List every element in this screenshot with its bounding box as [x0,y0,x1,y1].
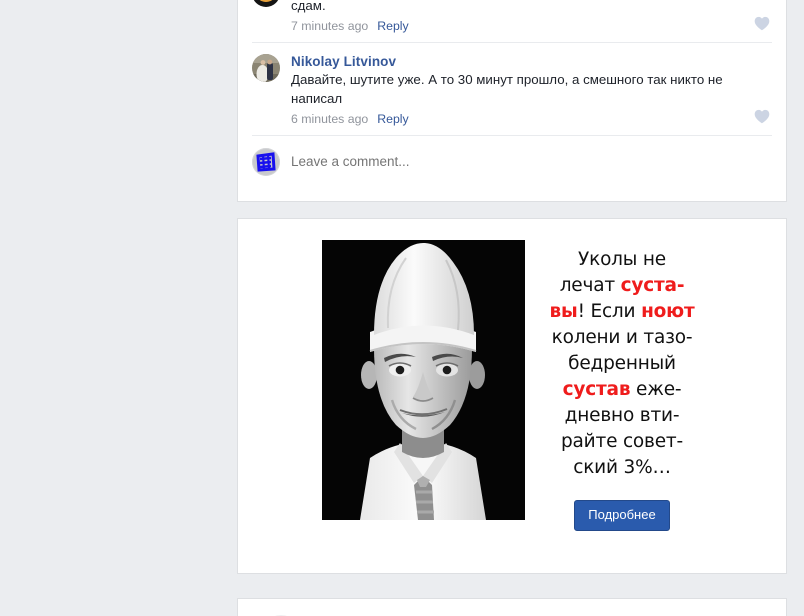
page-root: Я раньше никогда покупки назад в магазин… [0,0,804,616]
blue-scribble-avatar-icon [252,147,280,176]
comment-meta: 7 minutes ago Reply [291,18,772,34]
ad-portrait-image[interactable] [322,240,525,520]
comment-item: Nikolay Litvinov Давайте, шутите уже. А … [238,43,786,135]
heart-icon[interactable] [754,16,770,32]
ad-cta-button[interactable]: Подробнее [574,500,670,531]
post-comments-card: Я раньше никогда покупки назад в магазин… [237,0,787,202]
comment-author-link[interactable]: Nikolay Litvinov [291,53,772,70]
next-post-card [237,598,787,616]
ad-headline-accent: ноют [641,301,695,322]
comment-composer[interactable] [238,136,786,187]
ad-headline-text: райте совет- [561,431,683,452]
ad-headline-line: бедренный [542,351,702,377]
ad-headline-line: дневно вти- [542,403,702,429]
ad-headline-text: дневно вти- [564,405,680,426]
ad-copy: Уколы не лечат суста- вы! Если ноют коле… [542,240,702,531]
blue-scribble-avatar[interactable] [252,147,280,176]
comment-text: Давайте, шутите уже. А то 30 минут прошл… [291,72,723,106]
ad-headline-accent: сустав [562,379,631,400]
ad-headline-text: еже- [630,379,682,400]
ad-headline-text: бедренный [568,353,676,374]
ad-headline-line: вы! Если ноют [542,299,702,325]
comment-text: Я раньше никогда покупки назад в магазин… [291,0,326,13]
comment-input[interactable] [291,152,772,171]
comment-timestamp: 7 minutes ago [291,19,369,33]
cartoon-face-avatar[interactable] [252,0,280,7]
ad-headline-accent: вы [549,301,578,322]
ad-media-row[interactable]: Уколы не лечат суста- вы! Если ноют коле… [322,240,702,531]
ad-headline-text: лечат [559,275,621,296]
heart-icon[interactable] [754,109,770,125]
wedding-photo-avatar-icon [252,54,280,82]
ad-headline-line: райте совет- [542,429,702,455]
sponsored-ad-card: Уколы не лечат суста- вы! Если ноют коле… [237,218,787,574]
ad-headline-text: колени и тазо- [551,327,693,348]
wedding-photo-avatar[interactable] [252,54,280,82]
ad-headline-line: колени и тазо- [542,325,702,351]
ad-headline-text: ский 3%… [573,457,671,478]
ad-headline-text: Уколы не [578,249,666,270]
cartoon-face-avatar-icon [252,0,280,7]
ad-headline-text: ! Если [577,301,642,322]
ad-headline-line: Уколы не [542,247,702,273]
ad-headline-line: ский 3%… [542,455,702,481]
reply-link[interactable]: Reply [377,19,408,33]
ad-headline-line: лечат суста- [542,273,702,299]
ad-headline-accent: суста- [620,275,685,296]
comment-timestamp: 6 minutes ago [291,112,369,126]
ad-content: Уколы не лечат суста- вы! Если ноют коле… [238,219,786,531]
chef-portrait-illustration [322,240,525,520]
ad-headline-line: сустав еже- [542,377,702,403]
ad-headline: Уколы не лечат суста- вы! Если ноют коле… [542,247,702,481]
comment-meta: 6 minutes ago Reply [291,111,772,127]
reply-link[interactable]: Reply [377,112,408,126]
comment-item: Я раньше никогда покупки назад в магазин… [238,0,786,42]
